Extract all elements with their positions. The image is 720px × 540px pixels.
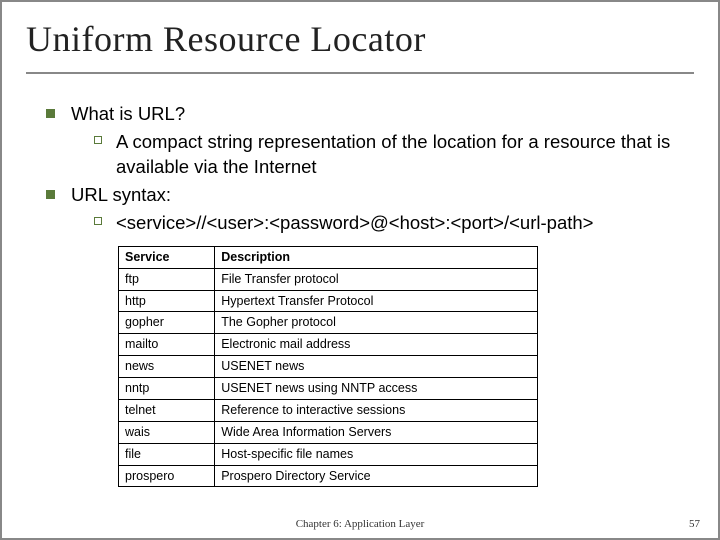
table-row: httpHypertext Transfer Protocol <box>119 290 538 312</box>
bullet-text: What is URL? <box>71 102 185 127</box>
table-row: ftpFile Transfer protocol <box>119 268 538 290</box>
table-cell: gopher <box>119 312 215 334</box>
table-cell: news <box>119 356 215 378</box>
table-header-cell: Service <box>119 246 215 268</box>
table-row: prosperoProspero Directory Service <box>119 465 538 487</box>
service-table: Service Description ftpFile Transfer pro… <box>118 246 538 488</box>
footer-text: Chapter 6: Application Layer <box>2 518 718 530</box>
table-cell: http <box>119 290 215 312</box>
table-header-row: Service Description <box>119 246 538 268</box>
table-cell: prospero <box>119 465 215 487</box>
table-cell: File Transfer protocol <box>215 268 538 290</box>
service-table-wrap: Service Description ftpFile Transfer pro… <box>118 246 688 488</box>
table-cell: Reference to interactive sessions <box>215 399 538 421</box>
square-bullet-icon <box>46 109 55 118</box>
bullet-text: A compact string representation of the l… <box>116 130 688 180</box>
slide: Uniform Resource Locator What is URL? A … <box>0 0 720 540</box>
square-bullet-icon <box>46 190 55 199</box>
table-cell: USENET news <box>215 356 538 378</box>
slide-content: What is URL? A compact string representa… <box>26 102 694 487</box>
slide-title: Uniform Resource Locator <box>26 18 694 74</box>
square-outline-bullet-icon <box>94 136 102 144</box>
bullet-text: <service>//<user>:<password>@<host>:<por… <box>116 211 593 236</box>
table-cell: Wide Area Information Servers <box>215 421 538 443</box>
table-row: gopherThe Gopher protocol <box>119 312 538 334</box>
table-cell: file <box>119 443 215 465</box>
table-header-cell: Description <box>215 246 538 268</box>
table-cell: Hypertext Transfer Protocol <box>215 290 538 312</box>
bullet-text: URL syntax: <box>71 183 171 208</box>
table-cell: wais <box>119 421 215 443</box>
table-row: mailtoElectronic mail address <box>119 334 538 356</box>
table-row: fileHost-specific file names <box>119 443 538 465</box>
bullet-level2: <service>//<user>:<password>@<host>:<por… <box>94 211 688 236</box>
table-row: nntpUSENET news using NNTP access <box>119 378 538 400</box>
square-outline-bullet-icon <box>94 217 102 225</box>
table-row: telnetReference to interactive sessions <box>119 399 538 421</box>
table-row: newsUSENET news <box>119 356 538 378</box>
table-cell: USENET news using NNTP access <box>215 378 538 400</box>
table-cell: Host-specific file names <box>215 443 538 465</box>
table-cell: The Gopher protocol <box>215 312 538 334</box>
table-row: waisWide Area Information Servers <box>119 421 538 443</box>
table-cell: telnet <box>119 399 215 421</box>
page-number: 57 <box>689 518 700 530</box>
table-cell: mailto <box>119 334 215 356</box>
bullet-level2: A compact string representation of the l… <box>94 130 688 180</box>
bullet-level1: What is URL? <box>46 102 688 127</box>
table-cell: nntp <box>119 378 215 400</box>
bullet-level1: URL syntax: <box>46 183 688 208</box>
table-cell: Electronic mail address <box>215 334 538 356</box>
table-cell: ftp <box>119 268 215 290</box>
table-cell: Prospero Directory Service <box>215 465 538 487</box>
